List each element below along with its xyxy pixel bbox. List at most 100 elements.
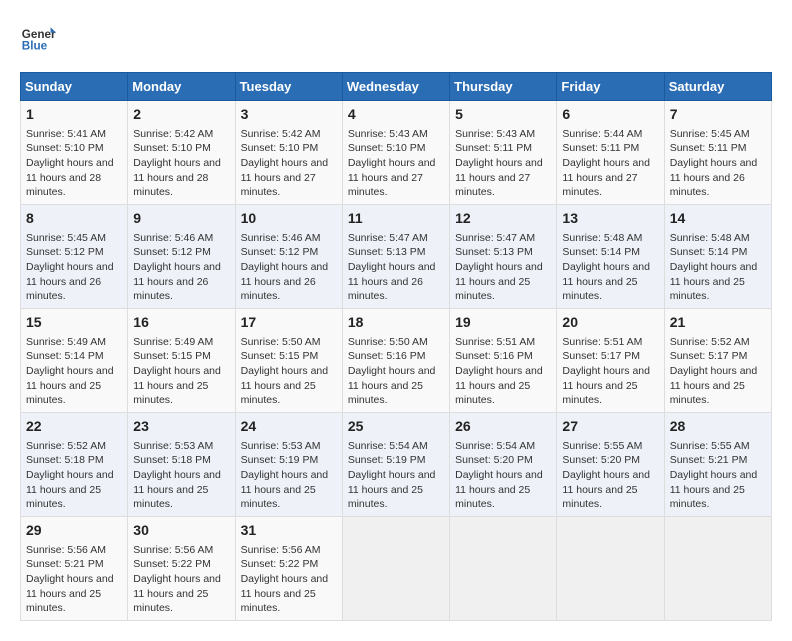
day-number: 11 xyxy=(348,209,444,229)
sunrise-text: Sunrise: 5:43 AM xyxy=(348,128,428,140)
sunset-text: Sunset: 5:10 PM xyxy=(241,142,319,154)
calendar-cell: 16Sunrise: 5:49 AMSunset: 5:15 PMDayligh… xyxy=(128,309,235,413)
calendar-week-2: 8Sunrise: 5:45 AMSunset: 5:12 PMDaylight… xyxy=(21,205,772,309)
sunrise-text: Sunrise: 5:53 AM xyxy=(133,440,213,452)
calendar-cell xyxy=(342,517,449,621)
sunset-text: Sunset: 5:12 PM xyxy=(241,246,319,258)
sunrise-text: Sunrise: 5:52 AM xyxy=(670,336,750,348)
calendar-week-4: 22Sunrise: 5:52 AMSunset: 5:18 PMDayligh… xyxy=(21,413,772,517)
calendar-cell: 9Sunrise: 5:46 AMSunset: 5:12 PMDaylight… xyxy=(128,205,235,309)
calendar-cell: 19Sunrise: 5:51 AMSunset: 5:16 PMDayligh… xyxy=(450,309,557,413)
sunrise-text: Sunrise: 5:51 AM xyxy=(562,336,642,348)
daylight-text: Daylight hours and 11 hours and 27 minut… xyxy=(241,157,329,198)
calendar-body: 1Sunrise: 5:41 AMSunset: 5:10 PMDaylight… xyxy=(21,101,772,621)
sunrise-text: Sunrise: 5:54 AM xyxy=(455,440,535,452)
sunset-text: Sunset: 5:16 PM xyxy=(455,350,533,362)
sunrise-text: Sunrise: 5:44 AM xyxy=(562,128,642,140)
calendar-cell: 6 Sunrise: 5:44 AM Sunset: 5:11 PM Daylight… xyxy=(557,101,664,205)
daylight-text: Daylight hours and 11 hours and 27 minut… xyxy=(455,157,543,198)
calendar-cell: 5 Sunrise: 5:43 AM Sunset: 5:11 PM Daylight… xyxy=(450,101,557,205)
daylight-text: Daylight hours and 11 hours and 25 minut… xyxy=(26,573,114,614)
calendar-cell: 8Sunrise: 5:45 AMSunset: 5:12 PMDaylight… xyxy=(21,205,128,309)
column-header-friday: Friday xyxy=(557,73,664,101)
calendar-cell: 24Sunrise: 5:53 AMSunset: 5:19 PMDayligh… xyxy=(235,413,342,517)
day-number: 30 xyxy=(133,521,229,541)
column-header-saturday: Saturday xyxy=(664,73,771,101)
day-number: 5 xyxy=(455,105,551,125)
calendar-cell: 11Sunrise: 5:47 AMSunset: 5:13 PMDayligh… xyxy=(342,205,449,309)
daylight-text: Daylight hours and 11 hours and 26 minut… xyxy=(133,261,221,302)
sunset-text: Sunset: 5:10 PM xyxy=(133,142,211,154)
day-number: 1 xyxy=(26,105,122,125)
sunset-text: Sunset: 5:18 PM xyxy=(133,454,211,466)
sunrise-text: Sunrise: 5:46 AM xyxy=(133,232,213,244)
day-number: 14 xyxy=(670,209,766,229)
day-number: 24 xyxy=(241,417,337,437)
daylight-text: Daylight hours and 11 hours and 25 minut… xyxy=(562,469,650,510)
sunset-text: Sunset: 5:11 PM xyxy=(670,142,747,154)
sunrise-text: Sunrise: 5:42 AM xyxy=(133,128,213,140)
sunset-text: Sunset: 5:14 PM xyxy=(26,350,104,362)
daylight-text: Daylight hours and 11 hours and 25 minut… xyxy=(241,469,329,510)
page-header: General Blue xyxy=(20,20,772,56)
sunset-text: Sunset: 5:18 PM xyxy=(26,454,104,466)
day-number: 21 xyxy=(670,313,766,333)
sunset-text: Sunset: 5:21 PM xyxy=(26,558,104,570)
day-number: 18 xyxy=(348,313,444,333)
sunset-text: Sunset: 5:13 PM xyxy=(455,246,533,258)
calendar-cell: 30Sunrise: 5:56 AMSunset: 5:22 PMDayligh… xyxy=(128,517,235,621)
day-number: 6 xyxy=(562,105,658,125)
day-number: 19 xyxy=(455,313,551,333)
sunset-text: Sunset: 5:14 PM xyxy=(670,246,748,258)
calendar-cell: 26Sunrise: 5:54 AMSunset: 5:20 PMDayligh… xyxy=(450,413,557,517)
sunset-text: Sunset: 5:11 PM xyxy=(455,142,532,154)
day-number: 8 xyxy=(26,209,122,229)
sunset-text: Sunset: 5:12 PM xyxy=(26,246,104,258)
sunset-text: Sunset: 5:10 PM xyxy=(348,142,426,154)
sunset-text: Sunset: 5:13 PM xyxy=(348,246,426,258)
sunrise-text: Sunrise: 5:47 AM xyxy=(455,232,535,244)
sunrise-text: Sunrise: 5:49 AM xyxy=(133,336,213,348)
sunset-text: Sunset: 5:11 PM xyxy=(562,142,639,154)
sunrise-text: Sunrise: 5:43 AM xyxy=(455,128,535,140)
calendar-cell: 4Sunrise: 5:43 AMSunset: 5:10 PMDaylight… xyxy=(342,101,449,205)
column-header-tuesday: Tuesday xyxy=(235,73,342,101)
sunset-text: Sunset: 5:22 PM xyxy=(241,558,319,570)
calendar-cell: 28Sunrise: 5:55 AMSunset: 5:21 PMDayligh… xyxy=(664,413,771,517)
calendar-cell: 15Sunrise: 5:49 AMSunset: 5:14 PMDayligh… xyxy=(21,309,128,413)
day-number: 22 xyxy=(26,417,122,437)
sunset-text: Sunset: 5:17 PM xyxy=(670,350,748,362)
sunset-text: Sunset: 5:19 PM xyxy=(241,454,319,466)
sunset-text: Sunset: 5:14 PM xyxy=(562,246,640,258)
daylight-text: Daylight hours and 11 hours and 25 minut… xyxy=(26,365,114,406)
calendar-cell: 2Sunrise: 5:42 AMSunset: 5:10 PMDaylight… xyxy=(128,101,235,205)
day-number: 9 xyxy=(133,209,229,229)
column-header-wednesday: Wednesday xyxy=(342,73,449,101)
sunrise-text: Sunrise: 5:48 AM xyxy=(670,232,750,244)
sunset-text: Sunset: 5:22 PM xyxy=(133,558,211,570)
daylight-text: Daylight hours and 11 hours and 26 minut… xyxy=(670,157,758,198)
daylight-text: Daylight hours and 11 hours and 26 minut… xyxy=(348,261,436,302)
sunrise-text: Sunrise: 5:56 AM xyxy=(133,544,213,556)
calendar-cell xyxy=(557,517,664,621)
calendar-cell: 17Sunrise: 5:50 AMSunset: 5:15 PMDayligh… xyxy=(235,309,342,413)
daylight-text: Daylight hours and 11 hours and 25 minut… xyxy=(133,365,221,406)
day-number: 23 xyxy=(133,417,229,437)
sunset-text: Sunset: 5:16 PM xyxy=(348,350,426,362)
day-number: 26 xyxy=(455,417,551,437)
calendar-week-5: 29Sunrise: 5:56 AMSunset: 5:21 PMDayligh… xyxy=(21,517,772,621)
daylight-text: Daylight hours and 11 hours and 25 minut… xyxy=(455,469,543,510)
calendar-cell: 25Sunrise: 5:54 AMSunset: 5:19 PMDayligh… xyxy=(342,413,449,517)
day-number: 13 xyxy=(562,209,658,229)
daylight-text: Daylight hours and 11 hours and 27 minut… xyxy=(562,157,650,198)
sunset-text: Sunset: 5:10 PM xyxy=(26,142,104,154)
calendar-week-3: 15Sunrise: 5:49 AMSunset: 5:14 PMDayligh… xyxy=(21,309,772,413)
column-header-sunday: Sunday xyxy=(21,73,128,101)
calendar-cell: 23Sunrise: 5:53 AMSunset: 5:18 PMDayligh… xyxy=(128,413,235,517)
calendar-week-1: 1Sunrise: 5:41 AMSunset: 5:10 PMDaylight… xyxy=(21,101,772,205)
day-number: 25 xyxy=(348,417,444,437)
calendar-cell: 14Sunrise: 5:48 AMSunset: 5:14 PMDayligh… xyxy=(664,205,771,309)
calendar-table: SundayMondayTuesdayWednesdayThursdayFrid… xyxy=(20,72,772,621)
day-number: 17 xyxy=(241,313,337,333)
daylight-text: Daylight hours and 11 hours and 25 minut… xyxy=(670,365,758,406)
